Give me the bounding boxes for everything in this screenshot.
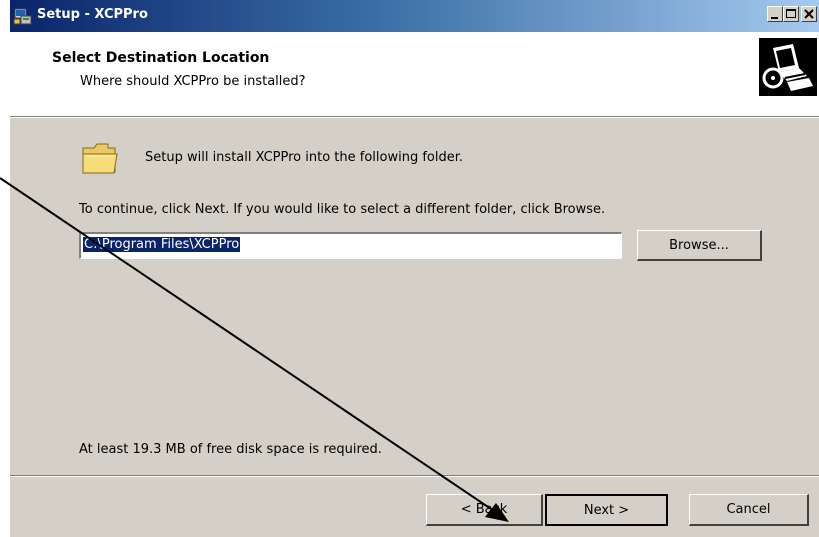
cancel-button[interactable]: Cancel (689, 494, 809, 526)
minimize-button[interactable] (767, 6, 783, 22)
window-title: Setup - XCPPro (37, 7, 148, 22)
setup-installer-icon (13, 8, 32, 25)
browse-button[interactable]: Browse... (637, 230, 762, 261)
setup-window: Setup - XCPPro Select Destination Locati… (9, 0, 819, 537)
folder-icon (82, 143, 118, 174)
maximize-icon (786, 9, 796, 18)
footer-separator-highlight (10, 476, 819, 477)
wizard-header: Select Destination Location Where should… (10, 32, 819, 117)
page-subtitle: Where should XCPPro be installed? (80, 74, 306, 89)
minimize-icon (771, 17, 778, 19)
title-bar[interactable]: Setup - XCPPro (10, 0, 819, 32)
instruction-text: To continue, click Next. If you would li… (79, 202, 606, 217)
maximize-button[interactable] (783, 6, 799, 22)
computer-disk-icon (759, 38, 817, 96)
back-button[interactable]: < Back (426, 494, 543, 526)
close-button[interactable] (801, 6, 817, 22)
next-button[interactable]: Next > (545, 494, 668, 526)
intro-text: Setup will install XCPPro into the follo… (145, 150, 463, 165)
page-title: Select Destination Location (52, 50, 270, 66)
path-value: C:\Program Files\XCPPro (83, 237, 241, 252)
destination-path-input[interactable]: C:\Program Files\XCPPro (79, 232, 622, 259)
disk-space-text: At least 19.3 MB of free disk space is r… (79, 442, 382, 457)
header-separator (10, 117, 819, 118)
close-icon (804, 9, 814, 19)
